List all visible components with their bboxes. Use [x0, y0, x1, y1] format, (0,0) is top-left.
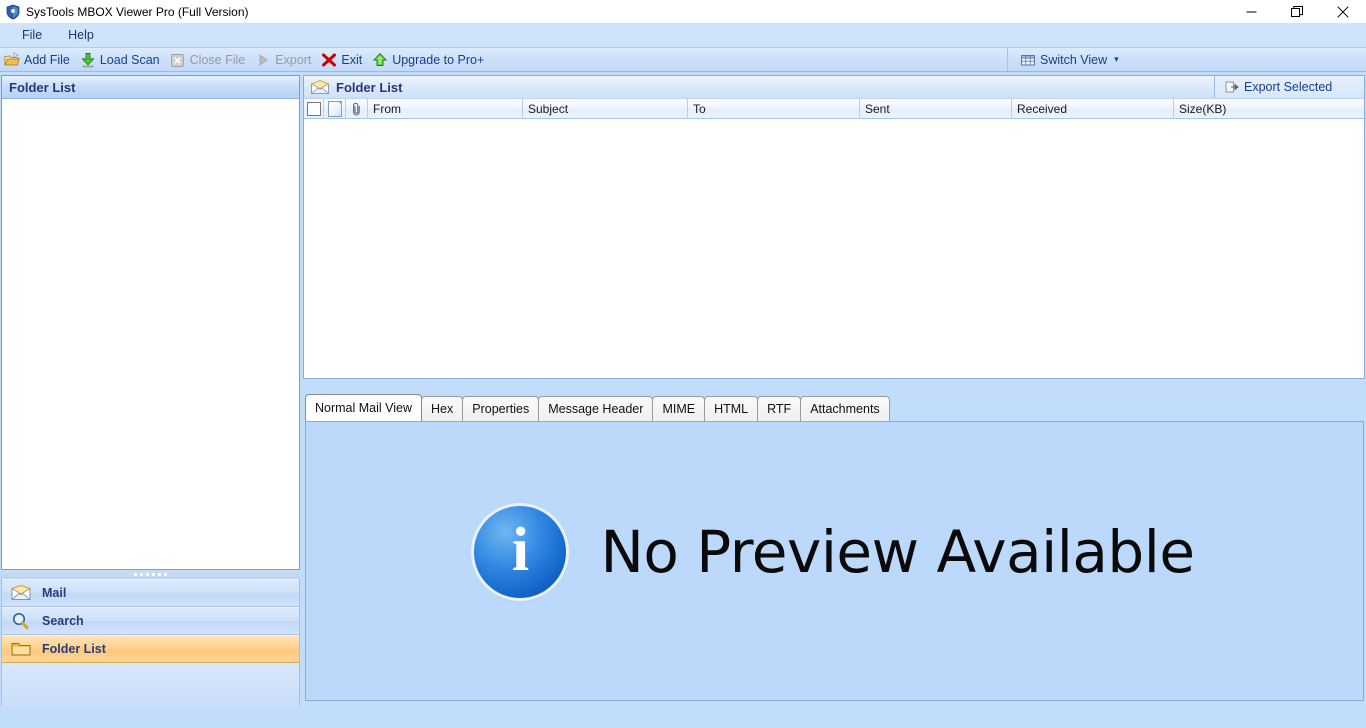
checkbox-icon[interactable] [306, 102, 321, 116]
sidebar-item-folder-list[interactable]: Folder List [2, 635, 299, 663]
mail-list-rows[interactable] [304, 119, 1364, 377]
menu-bar: File Help [0, 23, 1366, 47]
main-toolbar: Add File Load Scan Close File Export Exi… [0, 47, 1366, 72]
red-x-icon [321, 52, 337, 68]
tab-attachments[interactable]: Attachments [800, 396, 890, 421]
preview-tabs: Normal Mail View Hex Properties Message … [305, 394, 1364, 421]
splitter-dot [158, 573, 161, 576]
open-folder-icon [4, 52, 20, 68]
close-x-gray-icon [170, 52, 186, 68]
application-window: SysTools MBOX Viewer Pro (Full Version) … [0, 0, 1366, 728]
splitter-dot [164, 573, 167, 576]
play-triangle-gray-icon [255, 52, 271, 68]
close-button[interactable] [1320, 0, 1366, 23]
window-bottom-strip [0, 706, 1366, 728]
preview-pane: i No Preview Available [305, 421, 1364, 701]
column-header-check[interactable] [304, 99, 324, 119]
app-shield-icon [5, 4, 21, 20]
info-circle-icon: i [474, 506, 567, 598]
toolbar-close-file-button[interactable]: Close File [166, 51, 252, 69]
folder-icon [10, 640, 32, 658]
splitter-dot [146, 573, 149, 576]
no-preview-text: No Preview Available [600, 518, 1195, 586]
column-header-sent[interactable]: Sent [860, 99, 1012, 119]
toolbar-add-file-label: Add File [24, 52, 70, 67]
toolbar-load-scan-button[interactable]: Load Scan [76, 51, 166, 69]
sidebar-item-search-label: Search [42, 614, 84, 628]
toolbar-exit-label: Exit [341, 52, 363, 67]
tab-html[interactable]: HTML [704, 396, 759, 421]
info-glyph: i [511, 516, 530, 584]
export-arrow-icon [1225, 80, 1239, 94]
menu-item-file[interactable]: File [12, 26, 52, 44]
green-up-arrow-icon [372, 52, 388, 68]
toolbar-upgrade-button[interactable]: Upgrade to Pro+ [368, 51, 490, 69]
column-header-subject[interactable]: Subject [523, 99, 688, 119]
paperclip-icon [351, 102, 363, 116]
folder-tree[interactable] [2, 99, 299, 569]
splitter-dot [140, 573, 143, 576]
tab-message-header[interactable]: Message Header [538, 396, 654, 421]
toolbar-upgrade-label: Upgrade to Pro+ [392, 52, 485, 67]
splitter-dot [152, 573, 155, 576]
folder-list-panel: Folder List [1, 75, 300, 570]
navigation-pane-filler [2, 663, 299, 705]
sidebar-item-folder-list-label: Folder List [42, 642, 106, 656]
menu-item-help[interactable]: Help [58, 26, 104, 44]
mail-list-panel: Folder List Export Selected From Subject… [303, 75, 1365, 379]
switch-view-button[interactable]: Switch View ▾ [1016, 51, 1125, 69]
envelope-open-icon [310, 79, 330, 95]
column-header-received[interactable]: Received [1012, 99, 1174, 119]
mail-list-header: Folder List Export Selected [304, 76, 1364, 99]
toolbar-export-label: Export [275, 52, 312, 67]
sidebar-item-search[interactable]: Search [2, 607, 299, 635]
export-selected-label: Export Selected [1244, 80, 1333, 94]
tab-normal-mail-view[interactable]: Normal Mail View [305, 394, 423, 421]
page-icon [327, 101, 342, 117]
column-header-from[interactable]: From [368, 99, 523, 119]
minimize-button[interactable] [1228, 0, 1274, 23]
grid-icon [1020, 52, 1036, 68]
folder-list-panel-title: Folder List [9, 79, 76, 95]
toolbar-export-button[interactable]: Export [251, 51, 317, 69]
window-controls [1228, 0, 1366, 23]
column-header-attachment[interactable] [346, 99, 368, 119]
envelope-icon [10, 584, 32, 602]
window-title: SysTools MBOX Viewer Pro (Full Version) [26, 4, 249, 19]
sidebar-item-mail-label: Mail [42, 586, 67, 600]
toolbar-close-file-label: Close File [189, 52, 246, 67]
splitter-dot [134, 573, 137, 576]
column-header-to[interactable]: To [688, 99, 860, 119]
folder-list-panel-header: Folder List [2, 76, 299, 99]
panel-splitter-handle[interactable] [1, 570, 300, 579]
tab-properties[interactable]: Properties [462, 396, 540, 421]
sidebar-item-mail[interactable]: Mail [2, 579, 299, 607]
navigation-pane: Mail Search Folder List [1, 579, 300, 706]
mail-list-column-headers: From Subject To Sent Received Size(KB) [304, 99, 1364, 119]
magnifier-icon [10, 612, 32, 630]
switch-view-label: Switch View [1040, 52, 1108, 67]
toolbar-switch-view-section: Switch View ▾ [1007, 48, 1366, 71]
tab-mime[interactable]: MIME [652, 396, 706, 421]
toolbar-add-file-button[interactable]: Add File [0, 51, 76, 69]
toolbar-exit-button[interactable]: Exit [317, 51, 368, 69]
tab-rtf[interactable]: RTF [757, 396, 802, 421]
export-selected-button[interactable]: Export Selected [1214, 76, 1364, 98]
column-header-page[interactable] [324, 99, 346, 119]
maximize-restore-button[interactable] [1274, 0, 1320, 23]
title-bar: SysTools MBOX Viewer Pro (Full Version) [0, 0, 1366, 23]
toolbar-load-scan-label: Load Scan [99, 52, 160, 67]
no-preview-message-group: i No Preview Available [474, 506, 1195, 598]
tab-hex[interactable]: Hex [421, 396, 464, 421]
mail-list-title: Folder List [336, 79, 403, 95]
download-green-icon [80, 52, 96, 68]
chevron-down-icon: ▾ [1114, 54, 1119, 64]
column-header-size[interactable]: Size(KB) [1174, 99, 1364, 119]
